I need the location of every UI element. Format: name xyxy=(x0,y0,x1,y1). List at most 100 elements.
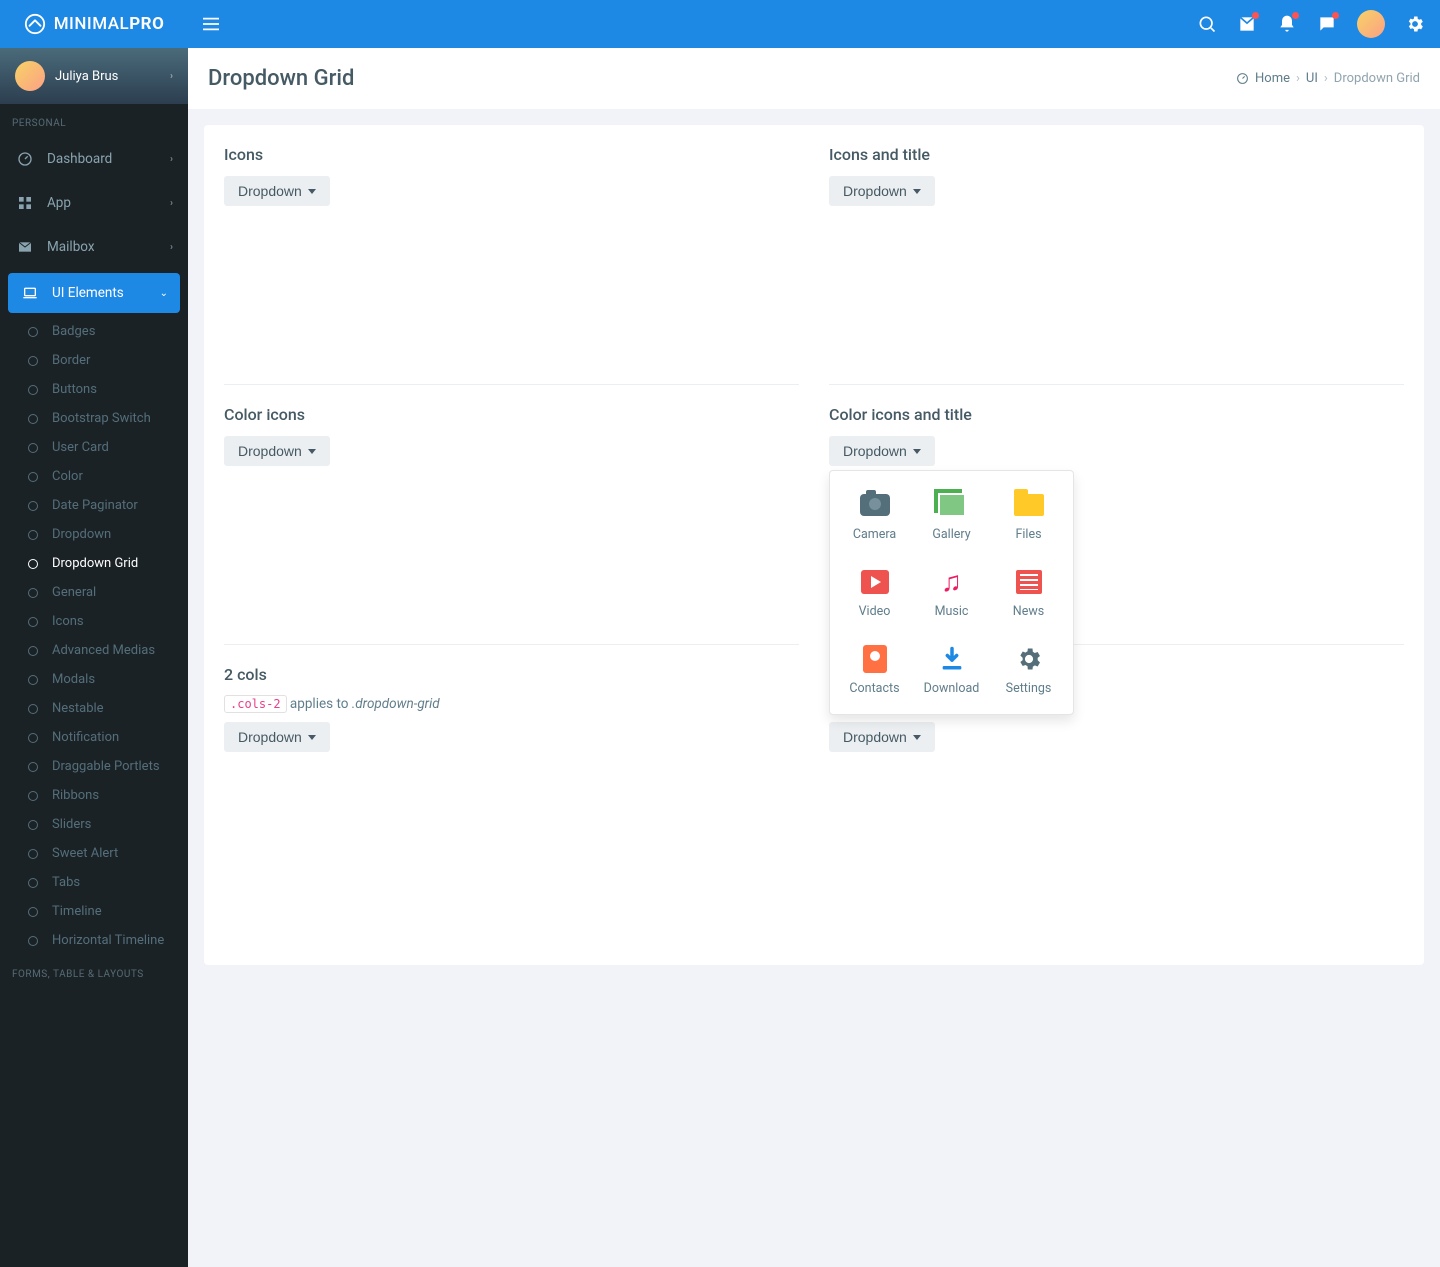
grid-item-download[interactable]: Download xyxy=(917,635,986,704)
page-title: Dropdown Grid xyxy=(208,66,354,91)
sidebar-subitem-notification[interactable]: Notification xyxy=(0,723,188,752)
breadcrumb-separator: › xyxy=(1296,71,1300,86)
mail-icon[interactable] xyxy=(1237,14,1257,34)
sidebar: Juliya Brus › PERSONAL Dashboard › App ›… xyxy=(0,48,188,1267)
chevron-right-icon: › xyxy=(170,154,173,165)
dropdown-button-2cols[interactable]: Dropdown xyxy=(224,722,330,752)
grid-item-settings[interactable]: Settings xyxy=(994,635,1063,704)
circle-icon xyxy=(28,443,38,453)
dropdown-button-color-icons-title[interactable]: Dropdown xyxy=(829,436,935,466)
circle-icon xyxy=(28,617,38,627)
brand-logo[interactable]: MINIMALPRO xyxy=(0,0,188,48)
dropdown-button-color-icons[interactable]: Dropdown xyxy=(224,436,330,466)
sidebar-subitem-date-paginator[interactable]: Date Paginator xyxy=(0,491,188,520)
sidebar-subitem-sweet-alert[interactable]: Sweet Alert xyxy=(0,839,188,868)
sidebar-subitem-label: Bootstrap Switch xyxy=(52,411,151,426)
caret-down-icon xyxy=(913,735,921,740)
sidebar-subitem-buttons[interactable]: Buttons xyxy=(0,375,188,404)
dashboard-icon xyxy=(1236,72,1249,85)
circle-icon xyxy=(28,820,38,830)
dropdown-button-icons[interactable]: Dropdown xyxy=(224,176,330,206)
sidebar-subitem-badges[interactable]: Badges xyxy=(0,317,188,346)
circle-icon xyxy=(28,791,38,801)
section-title-icons: Icons xyxy=(224,145,799,164)
sidebar-subitem-color[interactable]: Color xyxy=(0,462,188,491)
sidebar-toggle-button[interactable] xyxy=(203,14,223,34)
sidebar-subitem-label: General xyxy=(52,585,96,600)
sidebar-subitem-dropdown[interactable]: Dropdown xyxy=(0,520,188,549)
breadcrumb-home[interactable]: Home xyxy=(1255,71,1290,86)
grid-item-gallery[interactable]: Gallery xyxy=(917,481,986,550)
sidebar-subitem-ribbons[interactable]: Ribbons xyxy=(0,781,188,810)
breadcrumb-ui[interactable]: UI xyxy=(1306,71,1318,86)
user-avatar[interactable] xyxy=(1357,10,1385,38)
settings-icon[interactable] xyxy=(1405,14,1425,34)
sidebar-item-dashboard[interactable]: Dashboard › xyxy=(0,137,188,181)
grid-item-music[interactable]: ♫ Music xyxy=(917,558,986,627)
sidebar-item-ui-elements[interactable]: UI Elements ⌄ xyxy=(8,273,180,313)
grid-item-camera[interactable]: Camera xyxy=(840,481,909,550)
dropdown-grid-menu: Camera Gallery Files xyxy=(829,470,1074,715)
sidebar-subitem-label: User Card xyxy=(52,440,109,455)
main-box: Icons Dropdown Icons and title Dropdown xyxy=(204,125,1424,965)
brand-name-light: MINIMAL xyxy=(54,14,130,34)
avatar-image xyxy=(1357,10,1385,38)
circle-icon xyxy=(28,588,38,598)
sidebar-subitem-bootstrap-switch[interactable]: Bootstrap Switch xyxy=(0,404,188,433)
sidebar-item-app[interactable]: App › xyxy=(0,181,188,225)
gallery-icon xyxy=(936,489,968,521)
grid-item-news[interactable]: News xyxy=(994,558,1063,627)
caret-down-icon xyxy=(308,735,316,740)
dropdown-button-4cols[interactable]: Dropdown xyxy=(829,722,935,752)
grid-icon xyxy=(15,195,35,211)
sidebar-subitem-label: Date Paginator xyxy=(52,498,138,513)
sidebar-subitem-sliders[interactable]: Sliders xyxy=(0,810,188,839)
sidebar-subitem-tabs[interactable]: Tabs xyxy=(0,868,188,897)
sidebar-subitem-label: Modals xyxy=(52,672,95,687)
grid-item-files[interactable]: Files xyxy=(994,481,1063,550)
caret-down-icon xyxy=(308,189,316,194)
caret-down-icon xyxy=(913,449,921,454)
download-icon xyxy=(936,643,968,675)
sidebar-subitem-timeline[interactable]: Timeline xyxy=(0,897,188,926)
bell-icon[interactable] xyxy=(1277,14,1297,34)
circle-icon xyxy=(28,472,38,482)
sidebar-subitem-general[interactable]: General xyxy=(0,578,188,607)
sidebar-subitem-user-card[interactable]: User Card xyxy=(0,433,188,462)
dropdown-button-icons-title[interactable]: Dropdown xyxy=(829,176,935,206)
breadcrumb-current: Dropdown Grid xyxy=(1334,71,1420,86)
content-header: Dropdown Grid Home › UI › Dropdown Grid xyxy=(188,48,1440,109)
notification-dot xyxy=(1252,12,1259,19)
sidebar-subitem-draggable-portlets[interactable]: Draggable Portlets xyxy=(0,752,188,781)
brand-name-bold: PRO xyxy=(129,14,164,34)
grid-item-contacts[interactable]: Contacts xyxy=(840,635,909,704)
sidebar-subitem-icons[interactable]: Icons xyxy=(0,607,188,636)
sidebar-subitem-label: Sweet Alert xyxy=(52,846,118,861)
sidebar-item-mailbox[interactable]: Mailbox › xyxy=(0,225,188,269)
sidebar-subitem-horizontal-timeline[interactable]: Horizontal Timeline xyxy=(0,926,188,955)
sidebar-subitem-label: Advanced Medias xyxy=(52,643,155,658)
user-name: Juliya Brus xyxy=(55,69,170,84)
video-icon xyxy=(859,566,891,598)
circle-icon xyxy=(28,356,38,366)
contacts-icon xyxy=(859,643,891,675)
notification-dot xyxy=(1292,12,1299,19)
user-avatar-small xyxy=(15,61,45,91)
caret-down-icon xyxy=(913,189,921,194)
camera-icon xyxy=(859,489,891,521)
chat-icon[interactable] xyxy=(1317,14,1337,34)
grid-item-video[interactable]: Video xyxy=(840,558,909,627)
circle-icon xyxy=(28,733,38,743)
sidebar-subitem-modals[interactable]: Modals xyxy=(0,665,188,694)
sidebar-subitem-dropdown-grid[interactable]: Dropdown Grid xyxy=(0,549,188,578)
sidebar-subitem-label: Icons xyxy=(52,614,84,629)
search-icon[interactable] xyxy=(1197,14,1217,34)
circle-icon xyxy=(28,414,38,424)
sidebar-subitem-border[interactable]: Border xyxy=(0,346,188,375)
sidebar-subitem-nestable[interactable]: Nestable xyxy=(0,694,188,723)
sidebar-section-header: FORMS, TABLE & LAYOUTS xyxy=(0,955,188,988)
user-panel[interactable]: Juliya Brus › xyxy=(0,48,188,104)
sidebar-subitem-label: Notification xyxy=(52,730,119,745)
sidebar-subitem-advanced-medias[interactable]: Advanced Medias xyxy=(0,636,188,665)
laptop-icon xyxy=(20,285,40,301)
